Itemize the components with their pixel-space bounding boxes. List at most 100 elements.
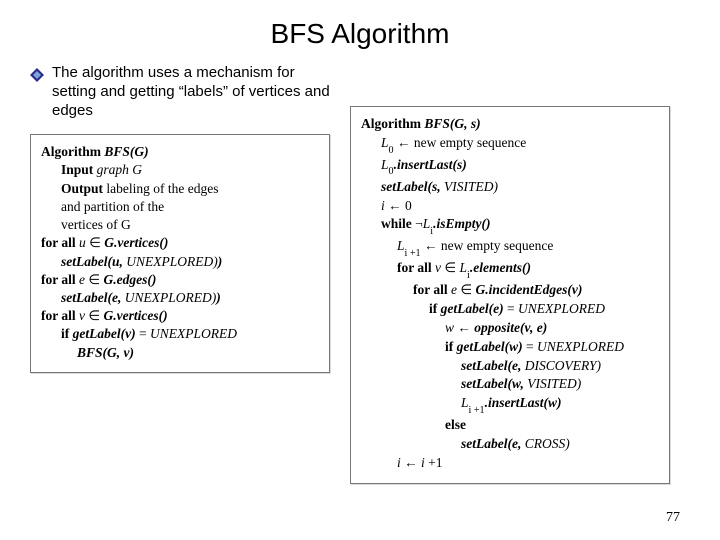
algorithm-right-box: Algorithm BFS(G, s) L0 ← new empty seque… [350, 106, 670, 484]
var: e [79, 272, 88, 287]
algo-l2: setLabel(u, UNEXPLORED)) [41, 253, 319, 271]
slide-title: BFS Algorithm [30, 18, 690, 50]
r5: while ¬Li.isEmpty() [361, 215, 659, 237]
call: G.incidentEdges(v) [472, 282, 582, 297]
algo-l1: for all u ∈ G.vertices() [41, 234, 319, 252]
sub: i +1 [469, 405, 485, 416]
bullet-item: The algorithm uses a mechanism for setti… [30, 64, 330, 120]
algo-output-text1: labeling of the edges [103, 181, 218, 196]
r6: Li +1 ← new empty sequence [361, 237, 659, 259]
const: UNEXPLORED [537, 339, 624, 354]
r16: setLabel(e, CROSS) [361, 435, 659, 454]
r17: i ← i +1 [361, 454, 659, 473]
algo-header: Algorithm BFS(G) [41, 143, 319, 161]
algo-output3: vertices of G [41, 216, 319, 234]
sub: i [467, 270, 470, 281]
const: UNEXPLORED) [121, 290, 216, 305]
algo-l3: for all e ∈ G.edges() [41, 271, 319, 289]
r13: setLabel(w, VISITED) [361, 375, 659, 394]
keyword-if: if [61, 326, 73, 341]
call: .insertLast(s) [394, 157, 467, 172]
sub: i [430, 226, 433, 237]
text: ← 0 [385, 198, 412, 213]
call: .isEmpty() [433, 216, 490, 231]
r1: L0 ← new empty sequence [361, 134, 659, 156]
keyword-forall: for all [41, 272, 79, 287]
keyword-forall: for all [397, 260, 435, 275]
text: ← new empty sequence [421, 238, 554, 253]
const: UNEXPLORED [518, 301, 605, 316]
algo-args: (G) [130, 144, 149, 159]
r12: setLabel(e, DISCOVERY) [361, 357, 659, 376]
call: opposite(v, e) [474, 320, 547, 335]
r15: else [361, 416, 659, 435]
r11: if getLabel(w) = UNEXPLORED [361, 338, 659, 357]
call: setLabel(s, [381, 179, 441, 194]
const: DISCOVERY) [521, 358, 601, 373]
symbol-neg: ¬ [415, 216, 423, 231]
call: setLabel(e, [461, 436, 521, 451]
call: getLabel(v) [73, 326, 136, 341]
call: G.vertices() [100, 308, 167, 323]
keyword-forall: for all [41, 235, 79, 250]
const: CROSS) [521, 436, 569, 451]
keyword-while: while [381, 216, 415, 231]
algo-output2: and partition of the [41, 198, 319, 216]
sub: i +1 [405, 248, 421, 259]
call: G.vertices() [101, 235, 168, 250]
algo-name: BFS [424, 116, 450, 131]
symbol-eq: = [504, 301, 518, 316]
const: VISITED) [524, 376, 581, 391]
sub: 0 [389, 166, 394, 177]
call: setLabel(u, [61, 254, 123, 269]
algo-input-text: graph G [93, 162, 142, 177]
algo-l7: BFS(G, v) [41, 344, 319, 362]
slide: BFS Algorithm The algorithm uses a mecha… [0, 0, 720, 540]
var: e [451, 282, 460, 297]
keyword-if: if [445, 339, 457, 354]
r2: L0.insertLast(s) [361, 156, 659, 178]
r9: if getLabel(e) = UNEXPLORED [361, 300, 659, 319]
const: VISITED) [441, 179, 498, 194]
call: getLabel(e) [441, 301, 504, 316]
keyword-else: else [445, 417, 466, 432]
keyword-forall: for all [413, 282, 451, 297]
call: .elements() [470, 260, 531, 275]
algo-l5: for all v ∈ G.vertices() [41, 307, 319, 325]
left-column: The algorithm uses a mechanism for setti… [30, 64, 330, 484]
symbol-assign: ← [401, 455, 421, 470]
keyword-output: Output [61, 181, 103, 196]
algo-output: Output labeling of the edges [41, 180, 319, 198]
symbol-in: ∈ [444, 260, 456, 275]
r8: for all e ∈ G.incidentEdges(v) [361, 281, 659, 300]
diamond-icon [30, 68, 44, 82]
algo-name: BFS [104, 144, 130, 159]
keyword-algorithm: Algorithm [41, 144, 101, 159]
r7: for all v ∈ Li.elements() [361, 259, 659, 281]
symbol-in: ∈ [88, 272, 100, 287]
call: setLabel(w, [461, 376, 524, 391]
call: G.edges() [100, 272, 156, 287]
content-columns: The algorithm uses a mechanism for setti… [30, 64, 690, 484]
symbol-in: ∈ [88, 308, 100, 323]
keyword-input: Input [61, 162, 93, 177]
keyword-forall: for all [41, 308, 79, 323]
var: v [79, 308, 88, 323]
keyword-if: if [429, 301, 441, 316]
call: getLabel(w) [457, 339, 523, 354]
var: L [381, 157, 389, 172]
text: +1 [425, 455, 443, 470]
symbol-eq: = [136, 326, 150, 341]
symbol-in: ∈ [89, 235, 101, 250]
keyword-algorithm: Algorithm [361, 116, 421, 131]
algo-l4: setLabel(e, UNEXPLORED)) [41, 289, 319, 307]
const: UNEXPLORED [150, 326, 237, 341]
bullet-text: The algorithm uses a mechanism for setti… [52, 64, 330, 120]
algorithm-left-box: Algorithm BFS(G) Input graph G Output la… [30, 134, 330, 373]
call: BFS(G, v) [77, 345, 134, 360]
call: setLabel(e, [461, 358, 521, 373]
algo-l6: if getLabel(v) = UNEXPLORED [41, 325, 319, 343]
var: L [381, 135, 389, 150]
sub: 0 [389, 145, 394, 156]
symbol-in: ∈ [460, 282, 472, 297]
